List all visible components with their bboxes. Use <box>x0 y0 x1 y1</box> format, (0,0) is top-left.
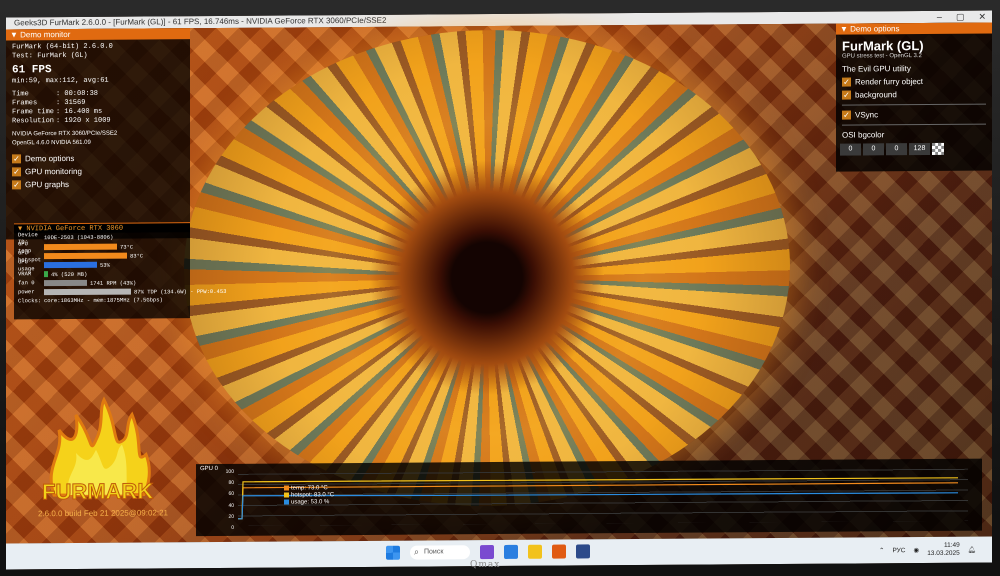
maximize-button[interactable]: ▢ <box>956 11 965 23</box>
build-info: 2.6.0.0 build Feb 21 2025@09:02:21 <box>38 508 168 519</box>
logo-text: FURMARK <box>42 478 153 504</box>
gpu-stat-bar: 87% TDP (134.6W) - PPW:0.453 <box>44 287 226 295</box>
y-tick: 20 <box>228 513 234 520</box>
chevron-up-icon[interactable]: ⌃ <box>879 546 884 554</box>
gpu-graphs-checkbox[interactable]: ✓ GPU graphs <box>6 177 190 191</box>
usage-line <box>238 492 959 520</box>
language-indicator[interactable]: РУС <box>892 547 905 554</box>
gpu-monitoring-checkbox[interactable]: ✓ GPU monitoring <box>6 164 190 178</box>
gpu-stat-bar: 1741 RPM (43%) <box>44 279 136 286</box>
start-button-icon[interactable] <box>386 545 400 560</box>
legend-item: usage: 53.0 % <box>284 499 334 506</box>
gpu-graph-panel: GPU 0 100 80 60 40 20 0 temp: 73.0 °C ho… <box>196 458 982 537</box>
gpu-stat-bar: 83°C <box>44 252 143 259</box>
check-icon: ✓ <box>12 180 21 190</box>
fps-readout: 61 FPS <box>12 64 52 77</box>
bgcolor-label: OSI bgcolor <box>842 130 885 140</box>
graph-y-axis: 100 80 60 40 20 0 <box>220 468 234 531</box>
check-icon: ✓ <box>12 167 21 177</box>
system-tray: ⌃ РУС ◉ 11:49 13.03.2025 🔔︎ <box>879 542 976 559</box>
demo-subtitle: GPU stress test - OpenGL 3.2 <box>842 53 922 60</box>
bgcolor-g-input[interactable]: 0 <box>863 143 884 156</box>
y-tick: 100 <box>225 468 234 475</box>
bgcolor-r-input[interactable]: 0 <box>840 143 861 156</box>
gpu-monitor-panel: ▼ NVIDIA GeForce RTX 3060 Device ID: 10DE… <box>14 222 226 320</box>
search-box[interactable]: Поиск <box>410 545 470 560</box>
check-icon: ✓ <box>842 110 851 120</box>
app-taskbar-icon[interactable] <box>576 544 590 559</box>
gpu-stat-row: Clocks: core:1863MHz - mem:1875MHz (7.5Gb… <box>18 296 163 305</box>
demo-monitor-header[interactable]: ▼ Demo monitor <box>6 28 190 41</box>
network-icon[interactable]: ◉ <box>914 546 920 554</box>
notification-bell-icon[interactable]: 🔔︎ <box>968 546 976 554</box>
tagline: The Evil GPU utility <box>842 64 911 74</box>
color-swatch-icon[interactable] <box>932 142 944 155</box>
y-tick: 60 <box>228 491 234 498</box>
y-tick: 80 <box>228 480 234 487</box>
furmark-logo: FURMARK <box>34 394 164 515</box>
gpu-stat-bar: 4% (520 MB) <box>44 270 87 278</box>
clock[interactable]: 11:49 13.03.2025 <box>927 542 960 558</box>
temp-line <box>238 482 958 520</box>
window-title: Geeks3D FurMark 2.6.0.0 - [FurMark (GL)]… <box>14 15 387 28</box>
demo-monitor-panel: ▼ Demo monitor FurMark (64-bit) 2.6.0.0 … <box>6 28 190 240</box>
vsync-checkbox[interactable]: ✓ VSync <box>836 108 992 122</box>
bgcolor-b-input[interactable]: 0 <box>886 143 907 156</box>
graph-plot-area: temp: 73.0 °C hotspot: 83.0 °C usage: 53… <box>238 468 968 526</box>
check-icon: ✓ <box>842 77 851 87</box>
demo-options-checkbox[interactable]: ✓ Demo options <box>6 151 190 165</box>
close-button[interactable]: ✕ <box>978 11 986 23</box>
graph-label: GPU 0 <box>200 465 219 473</box>
gpu-stat-bar: 53% <box>44 261 110 268</box>
divider <box>842 103 986 106</box>
bgcolor-a-input[interactable]: 128 <box>909 142 930 156</box>
task-view-icon[interactable] <box>504 544 518 559</box>
render-furry-checkbox[interactable]: ✓ Render furry object <box>836 75 992 89</box>
graph-legend: temp: 73.0 °C hotspot: 83.0 °C usage: 53… <box>284 485 334 507</box>
minimize-button[interactable]: – <box>937 11 942 23</box>
demo-options-panel: ▼ Demo options FurMark (GL) GPU stress t… <box>836 22 992 172</box>
demo-title: FurMark (GL) <box>842 38 924 54</box>
file-explorer-icon[interactable] <box>528 544 542 559</box>
screen: Geeks3D FurMark 2.6.0.0 - [FurMark (GL)]… <box>6 10 992 570</box>
test-name: Test: FurMark (GL) <box>12 51 88 61</box>
y-tick: 40 <box>228 502 234 509</box>
furmark-taskbar-icon[interactable] <box>552 544 566 559</box>
background-checkbox[interactable]: ✓ background <box>836 88 992 102</box>
divider <box>842 123 986 126</box>
monitor-brand: Qmax <box>470 560 501 570</box>
furry-donut-object <box>184 27 790 509</box>
gpu-stat-bar: 73°C <box>44 243 133 250</box>
check-icon: ✓ <box>12 154 21 164</box>
y-tick: 0 <box>231 524 234 531</box>
check-icon: ✓ <box>842 90 851 100</box>
widgets-icon[interactable] <box>480 545 494 560</box>
bgcolor-fields: 0 0 0 128 <box>836 142 992 156</box>
